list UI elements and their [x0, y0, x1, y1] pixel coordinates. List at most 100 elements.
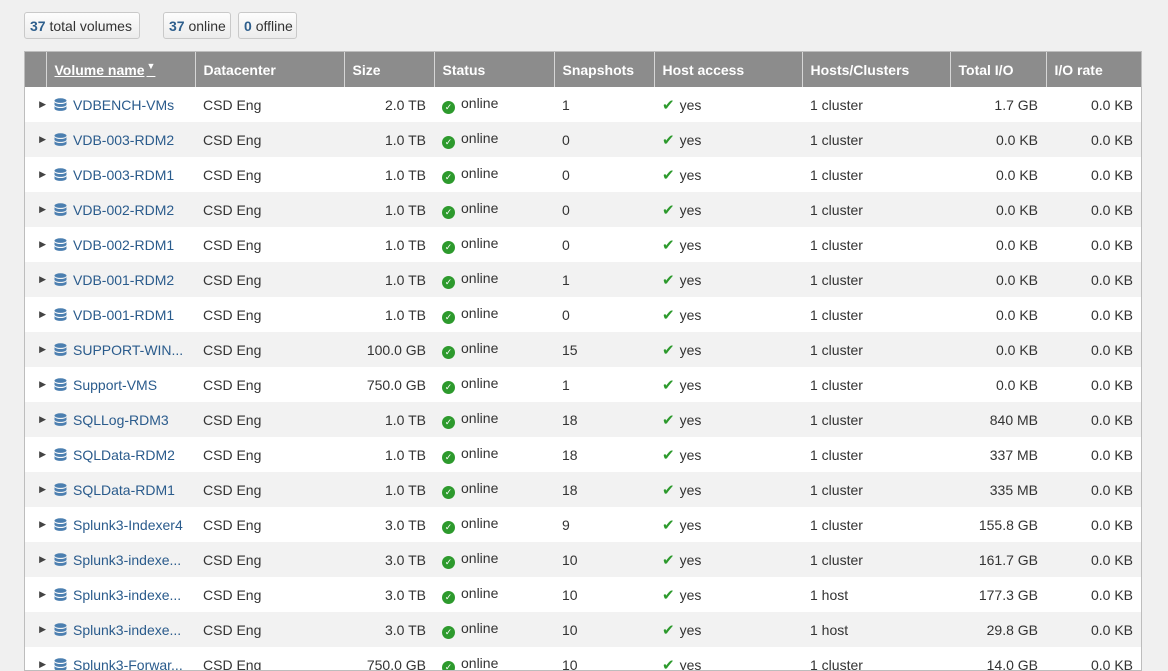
table-row[interactable]: ▶ Splunk3-indexe... CSD Eng 3.0 TB ✓onli… [25, 542, 1141, 577]
volume-name-cell[interactable]: VDB-002-RDM2 [46, 192, 195, 227]
checkmark-icon: ✔ [662, 482, 675, 499]
total-io-cell: 840 MB [950, 402, 1046, 437]
caret-right-icon[interactable]: ▶ [25, 297, 46, 332]
caret-right-icon[interactable]: ▶ [25, 472, 46, 507]
table-row[interactable]: ▶ VDBENCH-VMs CSD Eng 2.0 TB ✓online 1 ✔… [25, 87, 1141, 122]
size-cell: 1.0 TB [344, 402, 434, 437]
volume-name-cell[interactable]: Support-VMS [46, 367, 195, 402]
volume-name-link[interactable]: Splunk3-indexe... [73, 552, 181, 568]
caret-right-icon[interactable]: ▶ [25, 542, 46, 577]
volume-name-cell[interactable]: Splunk3-indexe... [46, 612, 195, 647]
volume-name-cell[interactable]: VDB-003-RDM1 [46, 157, 195, 192]
volume-name-link[interactable]: Splunk3-indexe... [73, 587, 181, 603]
status-label: online [461, 410, 498, 426]
caret-right-icon[interactable]: ▶ [25, 402, 46, 437]
table-row[interactable]: ▶ VDB-002-RDM1 CSD Eng 1.0 TB ✓online 0 … [25, 227, 1141, 262]
check-circle-icon: ✓ [442, 626, 455, 639]
volume-name-cell[interactable]: VDB-001-RDM1 [46, 297, 195, 332]
filter-online[interactable]: 37 online [163, 12, 231, 39]
header-snapshots[interactable]: Snapshots [554, 52, 654, 87]
volume-name-cell[interactable]: SQLLog-RDM3 [46, 402, 195, 437]
snapshots-cell: 0 [554, 192, 654, 227]
status-cell: ✓online [434, 577, 554, 612]
header-host-access[interactable]: Host access [654, 52, 802, 87]
volume-name-link[interactable]: Splunk3-Forwar... [73, 657, 183, 671]
caret-right-icon[interactable]: ▶ [25, 192, 46, 227]
snapshots-cell: 1 [554, 367, 654, 402]
caret-right-icon[interactable]: ▶ [25, 87, 46, 122]
size-cell: 2.0 TB [344, 87, 434, 122]
io-rate-cell: 0.0 KB [1046, 122, 1141, 157]
table-row[interactable]: ▶ VDB-001-RDM1 CSD Eng 1.0 TB ✓online 0 … [25, 297, 1141, 332]
caret-right-icon[interactable]: ▶ [25, 332, 46, 367]
table-row[interactable]: ▶ SQLLog-RDM3 CSD Eng 1.0 TB ✓online 18 … [25, 402, 1141, 437]
filter-offline[interactable]: 0 offline [238, 12, 297, 39]
caret-right-icon[interactable]: ▶ [25, 227, 46, 262]
volume-name-link[interactable]: VDB-001-RDM1 [73, 307, 174, 323]
caret-right-icon[interactable]: ▶ [25, 367, 46, 402]
volume-name-link[interactable]: SQLData-RDM2 [73, 447, 175, 463]
volume-name-link[interactable]: Splunk3-Indexer4 [73, 517, 183, 533]
header-hosts-clusters[interactable]: Hosts/Clusters [802, 52, 950, 87]
caret-right-icon[interactable]: ▶ [25, 577, 46, 612]
filter-total-volumes[interactable]: 37 total volumes [24, 12, 140, 39]
table-row[interactable]: ▶ Splunk3-indexe... CSD Eng 3.0 TB ✓onli… [25, 612, 1141, 647]
volume-name-link[interactable]: SQLData-RDM1 [73, 482, 175, 498]
database-icon [54, 553, 67, 568]
snapshots-cell: 18 [554, 437, 654, 472]
table-row[interactable]: ▶ Splunk3-indexe... CSD Eng 3.0 TB ✓onli… [25, 577, 1141, 612]
table-row[interactable]: ▶ VDB-003-RDM2 CSD Eng 1.0 TB ✓online 0 … [25, 122, 1141, 157]
snapshots-cell: 10 [554, 647, 654, 671]
caret-right-icon[interactable]: ▶ [25, 437, 46, 472]
volume-name-link[interactable]: Splunk3-indexe... [73, 622, 181, 638]
volume-name-cell[interactable]: Splunk3-indexe... [46, 542, 195, 577]
volume-name-cell[interactable]: Splunk3-indexe... [46, 577, 195, 612]
table-row[interactable]: ▶ SQLData-RDM1 CSD Eng 1.0 TB ✓online 18… [25, 472, 1141, 507]
table-row[interactable]: ▶ SUPPORT-WIN... CSD Eng 100.0 GB ✓onlin… [25, 332, 1141, 367]
volume-name-link[interactable]: VDB-003-RDM1 [73, 167, 174, 183]
volume-name-link[interactable]: VDB-002-RDM1 [73, 237, 174, 253]
volume-name-cell[interactable]: VDB-001-RDM2 [46, 262, 195, 297]
volume-name-cell[interactable]: SUPPORT-WIN... [46, 332, 195, 367]
table-row[interactable]: ▶ VDB-002-RDM2 CSD Eng 1.0 TB ✓online 0 … [25, 192, 1141, 227]
table-row[interactable]: ▶ VDB-001-RDM2 CSD Eng 1.0 TB ✓online 1 … [25, 262, 1141, 297]
caret-right-icon[interactable]: ▶ [25, 122, 46, 157]
volume-name-link[interactable]: VDB-003-RDM2 [73, 132, 174, 148]
header-volume-name[interactable]: Volume name▼ [46, 52, 195, 87]
io-rate-cell: 0.0 KB [1046, 192, 1141, 227]
header-size[interactable]: Size [344, 52, 434, 87]
volume-name-link[interactable]: Support-VMS [73, 377, 157, 393]
caret-right-icon[interactable]: ▶ [25, 507, 46, 542]
sort-desc-icon: ▼ [147, 61, 156, 71]
hosts-clusters-cell: 1 cluster [802, 157, 950, 192]
volume-name-link[interactable]: SUPPORT-WIN... [73, 342, 183, 358]
volume-name-link[interactable]: VDB-001-RDM2 [73, 272, 174, 288]
header-status[interactable]: Status [434, 52, 554, 87]
volume-name-cell[interactable]: SQLData-RDM1 [46, 472, 195, 507]
volume-name-cell[interactable]: VDBENCH-VMs [46, 87, 195, 122]
status-cell: ✓online [434, 647, 554, 671]
volume-name-cell[interactable]: Splunk3-Forwar... [46, 647, 195, 671]
header-io-rate[interactable]: I/O rate [1046, 52, 1141, 87]
volume-name-link[interactable]: VDBENCH-VMs [73, 97, 174, 113]
table-row[interactable]: ▶ Support-VMS CSD Eng 750.0 GB ✓online 1… [25, 367, 1141, 402]
caret-right-icon[interactable]: ▶ [25, 612, 46, 647]
table-row[interactable]: ▶ SQLData-RDM2 CSD Eng 1.0 TB ✓online 18… [25, 437, 1141, 472]
volume-name-cell[interactable]: VDB-002-RDM1 [46, 227, 195, 262]
caret-right-icon[interactable]: ▶ [25, 157, 46, 192]
volume-name-cell[interactable]: Splunk3-Indexer4 [46, 507, 195, 542]
caret-right-icon[interactable]: ▶ [25, 647, 46, 671]
size-cell: 1.0 TB [344, 227, 434, 262]
check-circle-icon: ✓ [442, 346, 455, 359]
volume-name-cell[interactable]: VDB-003-RDM2 [46, 122, 195, 157]
volume-name-link[interactable]: VDB-002-RDM2 [73, 202, 174, 218]
header-total-io[interactable]: Total I/O [950, 52, 1046, 87]
table-row[interactable]: ▶ Splunk3-Forwar... CSD Eng 750.0 GB ✓on… [25, 647, 1141, 671]
volume-name-link[interactable]: SQLLog-RDM3 [73, 412, 169, 428]
header-datacenter[interactable]: Datacenter [195, 52, 344, 87]
volume-name-cell[interactable]: SQLData-RDM2 [46, 437, 195, 472]
total-io-cell: 1.7 GB [950, 87, 1046, 122]
table-row[interactable]: ▶ VDB-003-RDM1 CSD Eng 1.0 TB ✓online 0 … [25, 157, 1141, 192]
table-row[interactable]: ▶ Splunk3-Indexer4 CSD Eng 3.0 TB ✓onlin… [25, 507, 1141, 542]
caret-right-icon[interactable]: ▶ [25, 262, 46, 297]
